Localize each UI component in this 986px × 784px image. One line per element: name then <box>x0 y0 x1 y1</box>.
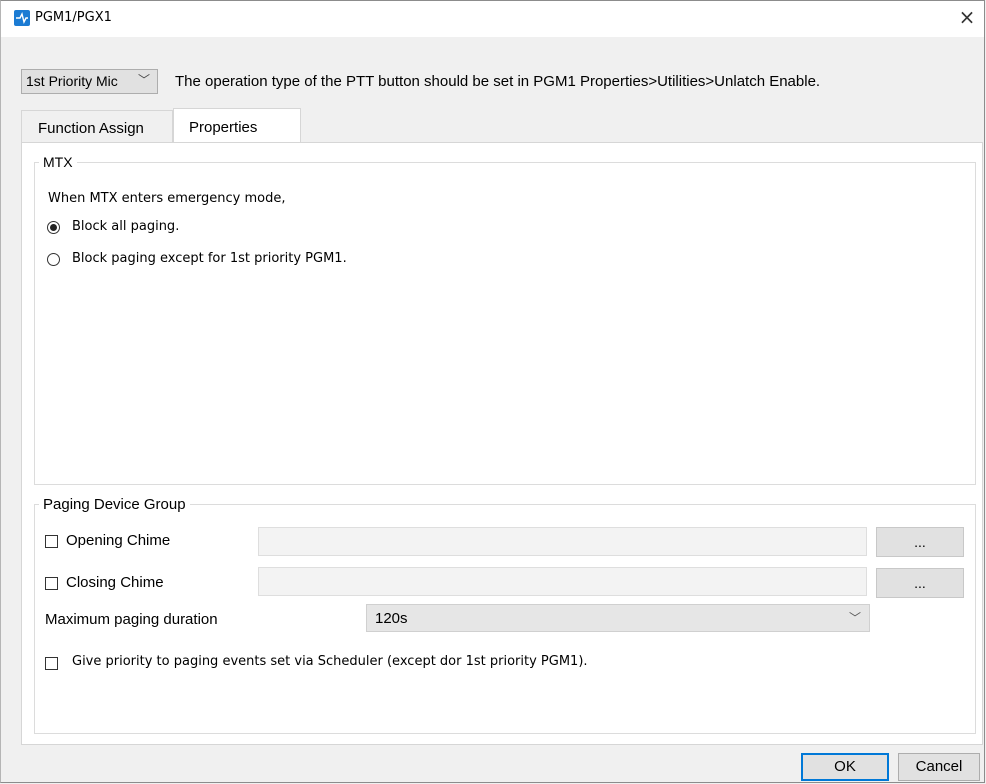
opening-chime-field[interactable] <box>258 527 867 556</box>
tab-label: Function Assign <box>38 120 144 137</box>
scheduler-priority-checkbox[interactable] <box>45 657 58 670</box>
dialog-window: PGM1/PGX1 × 1st Priority Mic ﹀ The opera… <box>0 0 985 783</box>
paging-legend: Paging Device Group <box>39 496 190 513</box>
properties-panel: MTX When MTX enters emergency mode, Bloc… <box>21 142 983 745</box>
mtx-legend: MTX <box>39 154 77 170</box>
block-except-priority-radio[interactable] <box>47 253 60 266</box>
app-icon <box>14 10 30 26</box>
closing-chime-field[interactable] <box>258 567 867 596</box>
closing-chime-checkbox[interactable] <box>45 577 58 590</box>
close-icon[interactable]: × <box>956 6 978 28</box>
tab-properties[interactable]: Properties <box>173 108 301 142</box>
priority-mic-select[interactable]: 1st Priority Mic ﹀ <box>21 69 158 94</box>
opening-chime-browse-button[interactable]: ... <box>876 527 964 557</box>
ok-button[interactable]: OK <box>801 753 889 781</box>
max-duration-value: 120s <box>375 610 408 627</box>
paging-device-group: Paging Device Group Opening Chime ... Cl… <box>34 496 976 734</box>
block-all-paging-label[interactable]: Block all paging. <box>72 219 179 234</box>
cancel-button[interactable]: Cancel <box>898 753 980 781</box>
chevron-down-icon: ﹀ <box>137 73 150 87</box>
tab-label: Properties <box>189 119 258 136</box>
block-all-paging-radio[interactable] <box>47 221 60 234</box>
max-duration-label: Maximum paging duration <box>45 611 218 628</box>
title-bar: PGM1/PGX1 × <box>1 1 984 37</box>
opening-chime-checkbox[interactable] <box>45 535 58 548</box>
closing-chime-browse-button[interactable]: ... <box>876 568 964 598</box>
closing-chime-label[interactable]: Closing Chime <box>66 574 164 591</box>
ptt-notice: The operation type of the PTT button sho… <box>175 73 821 90</box>
mtx-group: MTX When MTX enters emergency mode, Bloc… <box>34 154 976 485</box>
chevron-down-icon: ﹀ <box>848 611 861 625</box>
max-duration-select[interactable]: 120s ﹀ <box>366 604 870 632</box>
priority-mic-value: 1st Priority Mic <box>26 73 118 89</box>
window-title: PGM1/PGX1 <box>35 10 112 25</box>
tab-function-assign[interactable]: Function Assign <box>21 110 173 143</box>
block-except-priority-label[interactable]: Block paging except for 1st priority PGM… <box>72 251 347 266</box>
mtx-intro-text: When MTX enters emergency mode, <box>48 191 286 206</box>
scheduler-priority-label[interactable]: Give priority to paging events set via S… <box>72 654 588 669</box>
opening-chime-label[interactable]: Opening Chime <box>66 532 170 549</box>
